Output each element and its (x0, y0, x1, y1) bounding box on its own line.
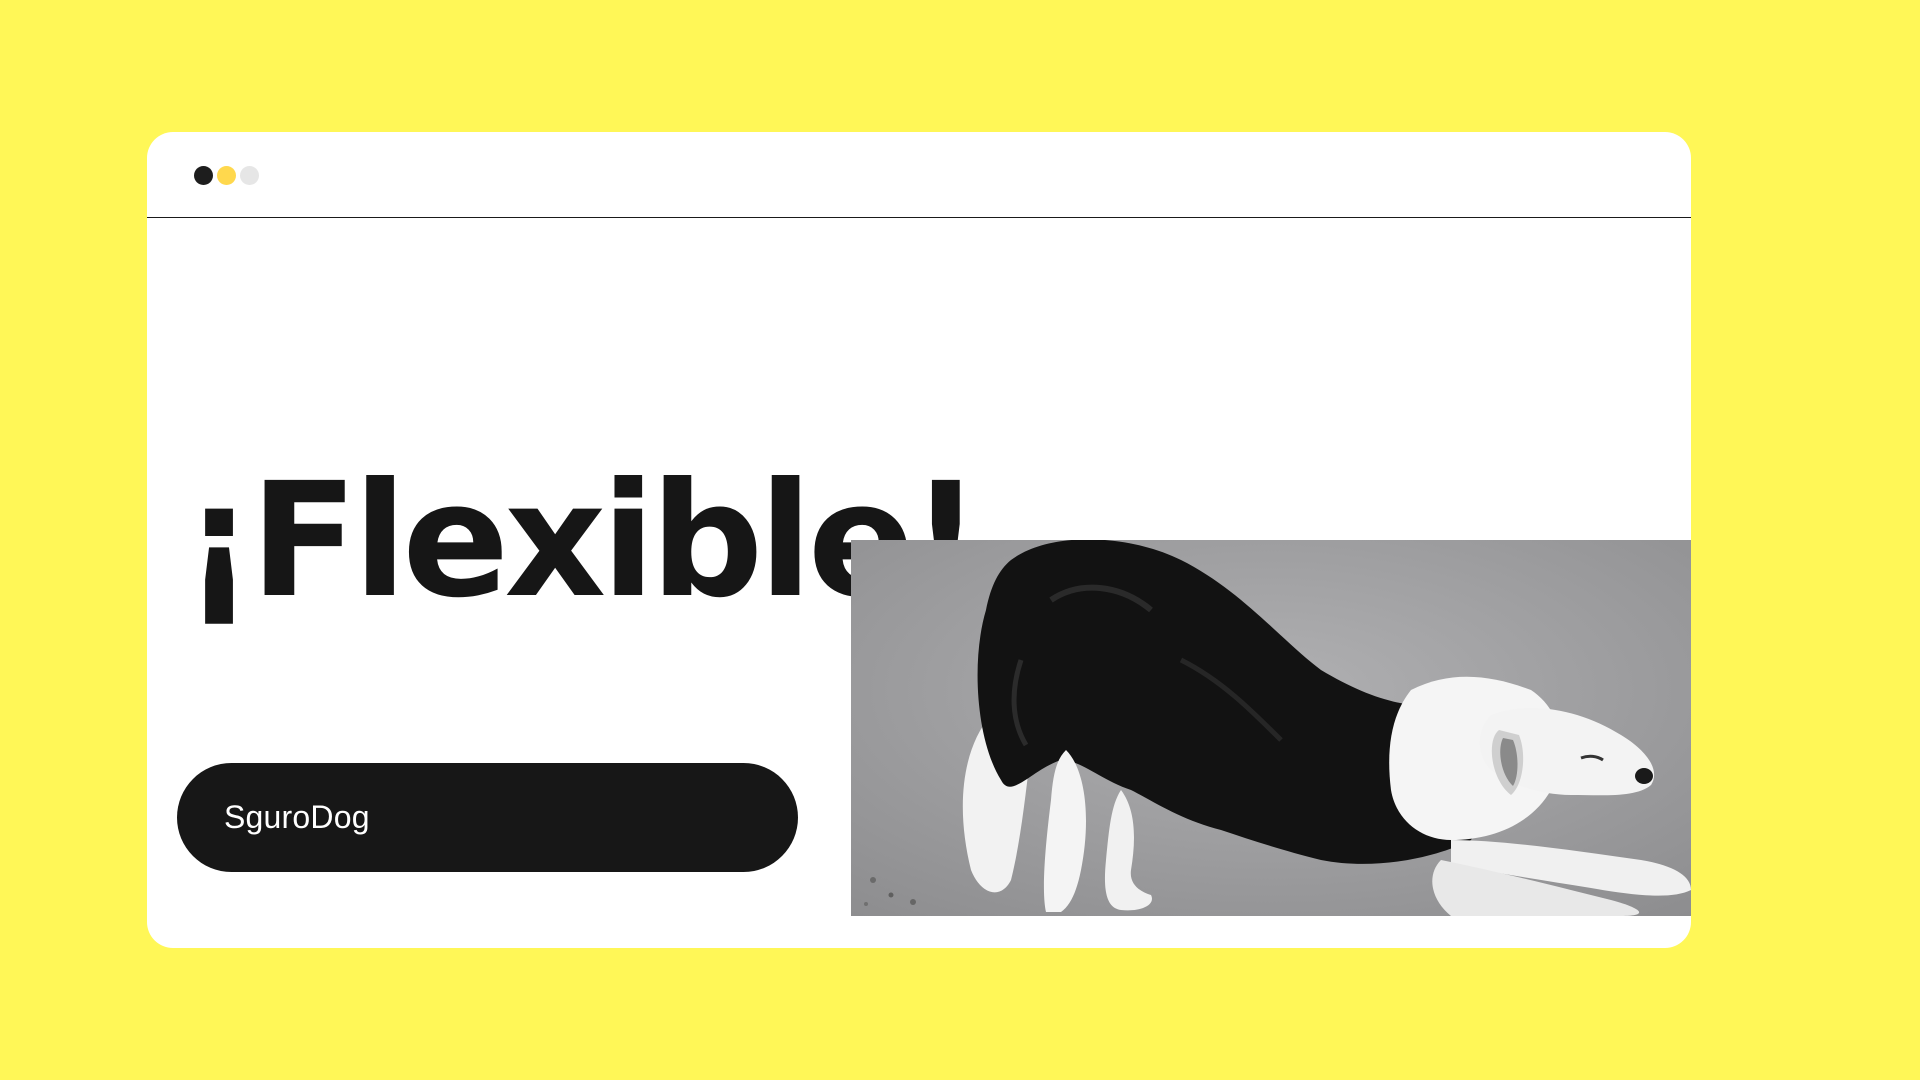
dog-stretching-photo (851, 540, 1691, 916)
window-titlebar (147, 132, 1691, 218)
browser-window-card: ¡Flexible! SguroDog (147, 132, 1691, 948)
dog-illustration (851, 540, 1691, 916)
sgurodog-button-label: SguroDog (224, 799, 370, 835)
window-control-dot-dark[interactable] (194, 166, 213, 185)
sgurodog-button[interactable]: SguroDog (177, 763, 798, 872)
window-control-dot-light[interactable] (240, 166, 259, 185)
window-control-dot-yellow[interactable] (217, 166, 236, 185)
